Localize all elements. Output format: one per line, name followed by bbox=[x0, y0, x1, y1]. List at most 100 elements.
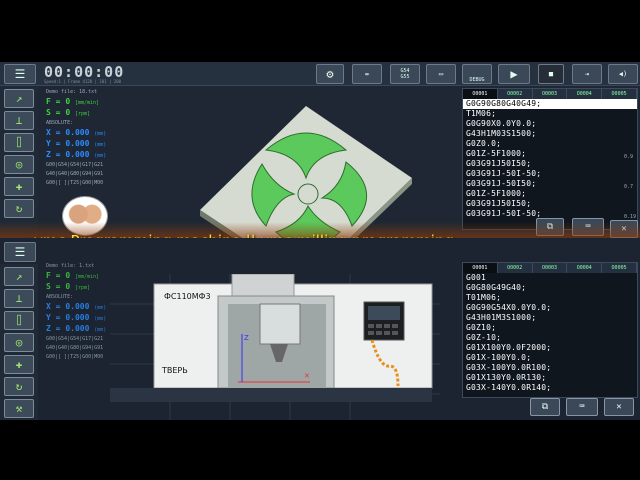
code-line[interactable]: G01X-100Y0.0; bbox=[463, 353, 637, 363]
keyboard-icon: ⌨ bbox=[579, 402, 585, 412]
code-line[interactable]: G0Z10; bbox=[463, 323, 637, 333]
x-unit: (mm) bbox=[94, 131, 107, 137]
program-tab-2[interactable]: O0002 bbox=[497, 263, 533, 273]
close-button[interactable]: ✕ bbox=[604, 398, 634, 416]
camera-icon: ◎ bbox=[15, 336, 23, 349]
spindle-unit: [rpm] bbox=[74, 285, 91, 291]
path-icon: ↗ bbox=[15, 270, 23, 283]
code-line[interactable]: G03G91J50I50; bbox=[463, 159, 637, 169]
code-line[interactable]: T1M06; bbox=[463, 109, 637, 119]
vmc-machine-view: Z ✕ bbox=[110, 274, 440, 424]
left-toolbar-bottom: ↗ ⊥ ⌷ ◎ ✚ ↻ ⚒ bbox=[0, 264, 38, 420]
zoom-in-button[interactable]: ✚ bbox=[4, 355, 34, 374]
code-line[interactable]: G03G91J50I50; bbox=[463, 199, 637, 209]
sound-button[interactable]: ◀) bbox=[608, 64, 638, 84]
code-line[interactable]: G0G80G49G40; bbox=[463, 283, 637, 293]
keyboard-button[interactable]: ⌨ bbox=[566, 398, 598, 416]
camera-button[interactable]: ◎ bbox=[4, 333, 34, 352]
program-editor-bottom[interactable]: O0001 O0002 O0003 O0004 O0005 G001 G0G80… bbox=[462, 262, 638, 398]
line-scale: 0.9 0.7 0.19 bbox=[624, 142, 636, 232]
code-line[interactable]: G43H1M03S1500; bbox=[463, 129, 637, 139]
reset-button[interactable]: ↻ bbox=[4, 377, 34, 396]
settings-button[interactable]: ⚙ bbox=[316, 64, 344, 84]
program-tab-5[interactable]: O0005 bbox=[602, 89, 637, 99]
code-line[interactable]: T01M06; bbox=[463, 293, 637, 303]
tool-button[interactable]: ⌷ bbox=[4, 133, 34, 152]
code-line[interactable]: G43H01M3S1000; bbox=[463, 313, 637, 323]
code-line[interactable]: G03X-100Y0.0R100; bbox=[463, 363, 637, 373]
gear-icon: ⚙ bbox=[326, 67, 334, 81]
program-tab-5[interactable]: O0005 bbox=[602, 263, 637, 273]
plus-icon: ✚ bbox=[15, 358, 23, 371]
code-line[interactable]: G03G91J-50I-50; bbox=[463, 169, 637, 179]
monitor-icon: ▭ bbox=[438, 70, 444, 78]
code-line[interactable]: G01X130Y0.0R130; bbox=[463, 373, 637, 383]
code-line[interactable]: G001 bbox=[463, 273, 637, 283]
spindle-unit: [rpm] bbox=[74, 111, 91, 117]
tools-button[interactable]: ⚒ bbox=[4, 399, 34, 418]
feed-value: 0 bbox=[65, 271, 71, 280]
spindle-label: S bbox=[46, 282, 51, 291]
feed-unit: [mm/min] bbox=[74, 274, 100, 280]
machine-brand-label: ТВЕРЬ bbox=[162, 366, 188, 375]
workoffset-button[interactable]: G54 G55 bbox=[390, 64, 420, 84]
spindle-value: 0 bbox=[65, 282, 71, 291]
program-tab-4[interactable]: O0004 bbox=[567, 263, 603, 273]
menu-button-2[interactable]: ☰ bbox=[4, 242, 36, 262]
code-line[interactable]: G03G91J-50I50; bbox=[463, 179, 637, 189]
play-button[interactable]: ▶ bbox=[498, 64, 530, 84]
program-tab-2[interactable]: O0002 bbox=[497, 89, 533, 99]
rotate-icon: ↻ bbox=[15, 202, 23, 215]
camera-button[interactable]: ◎ bbox=[4, 155, 34, 174]
vise-button[interactable]: ⊥ bbox=[4, 111, 34, 130]
y-unit: (mm) bbox=[94, 316, 107, 322]
code-line[interactable]: G0G90X0.0Y0.0; bbox=[463, 119, 637, 129]
z-value: 0.000 bbox=[65, 324, 90, 333]
tool-button[interactable]: ⌷ bbox=[4, 311, 34, 330]
reset-button[interactable]: ↻ bbox=[4, 199, 34, 218]
z-label: Z bbox=[46, 150, 51, 159]
coordinate-readout-bottom: Demo file: 1.txt F = 0 [mm/min] S = 0 [r… bbox=[46, 263, 107, 360]
y-label: Y bbox=[46, 313, 51, 322]
view-button[interactable]: ▭ bbox=[426, 64, 456, 84]
code-line[interactable]: G03X-140Y0.0R140; bbox=[463, 383, 637, 393]
fit-view-button[interactable]: ⇹ bbox=[352, 64, 382, 84]
program-tab-4[interactable]: O0004 bbox=[567, 89, 603, 99]
machine-model-label: ФС110МФ3 bbox=[164, 292, 211, 301]
x-value: 0.000 bbox=[65, 302, 90, 311]
program-tabs: O0001 O0002 O0003 O0004 O0005 bbox=[463, 263, 637, 273]
tool-path-button[interactable]: ↗ bbox=[4, 89, 34, 108]
stop-button[interactable]: ■ bbox=[538, 64, 564, 84]
z-label: Z bbox=[46, 324, 51, 333]
code-line[interactable]: G01Z-5F1000; bbox=[463, 189, 637, 199]
tool-path-button[interactable]: ↗ bbox=[4, 267, 34, 286]
program-tab-3[interactable]: O0003 bbox=[532, 89, 568, 99]
debug-button[interactable]: DEBUG bbox=[462, 64, 492, 84]
clock-info: Speed:1 | Frame 4120 | 101 | 200 bbox=[44, 79, 122, 84]
program-tab-1[interactable]: O0001 bbox=[463, 263, 498, 273]
svg-text:✕: ✕ bbox=[304, 372, 310, 380]
gcode-modal-2: G40|G40|G80|G94|G91 bbox=[46, 345, 104, 351]
scale-value: 0.9 bbox=[624, 154, 634, 160]
vise-icon: ⊥ bbox=[15, 114, 23, 127]
program-tab-1[interactable]: O0001 bbox=[463, 89, 498, 99]
files-button[interactable]: ⧉ bbox=[530, 398, 560, 416]
code-line[interactable]: G0Z0.0; bbox=[463, 139, 637, 149]
vise-button[interactable]: ⊥ bbox=[4, 289, 34, 308]
feed-label: F bbox=[46, 97, 51, 106]
zoom-in-button[interactable]: ✚ bbox=[4, 177, 34, 196]
program-editor-top[interactable]: O0001 O0002 O0003 O0004 O0005 G0G90G80G4… bbox=[462, 88, 638, 230]
code-line[interactable]: G01X100Y0.0F2000; bbox=[463, 343, 637, 353]
close-icon: ✕ bbox=[616, 402, 622, 412]
code-line[interactable]: G0G90G54X0.0Y0.0; bbox=[463, 303, 637, 313]
step-button[interactable]: ⇥ bbox=[572, 64, 602, 84]
mode-label: ABSOLUTE: bbox=[46, 120, 74, 126]
code-line[interactable]: G0G90G80G40G49; bbox=[463, 99, 637, 109]
menu-button[interactable]: ☰ bbox=[4, 64, 36, 84]
code-line[interactable]: G01Z-5F1000; bbox=[463, 149, 637, 159]
spindle-value: 0 bbox=[65, 108, 71, 117]
gcode-modal-1: G00|G54|G54|G17|G21 bbox=[46, 162, 104, 168]
left-toolbar-top: ↗ ⊥ ⌷ ◎ ✚ ↻ bbox=[0, 86, 38, 231]
code-line[interactable]: G0Z-10; bbox=[463, 333, 637, 343]
program-tab-3[interactable]: O0003 bbox=[532, 263, 568, 273]
